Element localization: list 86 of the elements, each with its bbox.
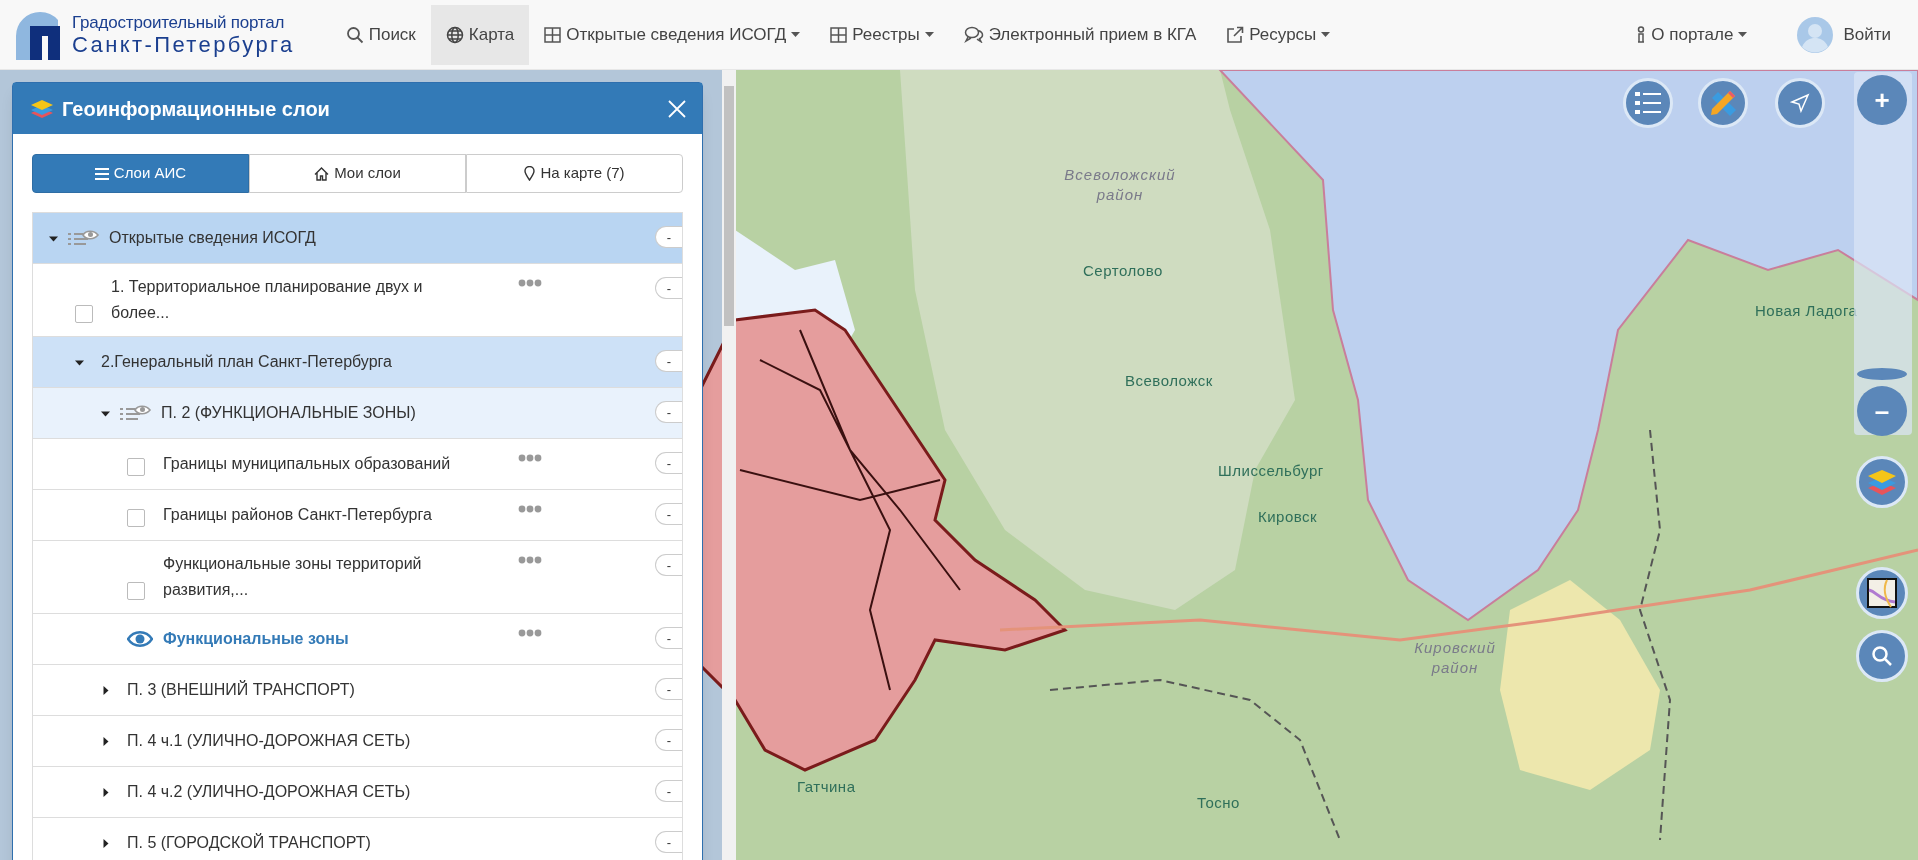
map-place-label: Всеволожск	[1125, 371, 1213, 391]
layer-group-label[interactable]: П. 5 (ГОРОДСКОЙ ТРАНСПОРТ)	[127, 831, 371, 855]
layer-group-label[interactable]: П. 2 (ФУНКЦИОНАЛЬНЫЕ ЗОНЫ)	[161, 401, 416, 425]
tab[interactable]: Слои АИС	[32, 154, 249, 193]
scrollbar[interactable]	[722, 70, 736, 860]
caret-icon[interactable]	[101, 685, 110, 695]
layer-group-label[interactable]: П. 4 ч.2 (УЛИЧНО-ДОРОЖНАЯ СЕТЬ)	[127, 780, 411, 804]
caret-icon[interactable]	[101, 787, 110, 797]
map-place-label: Кировск	[1258, 507, 1318, 527]
more-options-icon[interactable]	[518, 629, 542, 637]
panel-title: Геоинформационные слои	[62, 96, 331, 122]
layer-group-label[interactable]: Открытые сведения ИСОГД	[109, 226, 316, 250]
nav-link[interactable]: Реестры	[815, 4, 949, 65]
collapse-toggle[interactable]: -	[655, 627, 682, 649]
tree-row[interactable]: 2.Генеральный план Санкт-Петербурга -	[33, 337, 682, 388]
map-place-label: Новая Ладога	[1755, 301, 1858, 321]
map-place-label: Всеволожский район	[1063, 165, 1177, 205]
checkbox[interactable]	[75, 305, 93, 323]
tab[interactable]: На карте (7)	[466, 154, 683, 193]
tree-row[interactable]: Открытые сведения ИСОГД -	[33, 213, 682, 264]
collapse-toggle[interactable]: -	[655, 729, 682, 751]
list-icon	[1635, 91, 1661, 115]
collapse-toggle[interactable]: -	[655, 503, 682, 525]
layer-label[interactable]: Функциональные зоны	[163, 616, 349, 662]
layers-icon	[1867, 468, 1897, 496]
nav-link[interactable]: Войти	[1782, 4, 1906, 65]
search-icon	[345, 25, 364, 44]
home-icon	[314, 166, 330, 181]
map-thumbnail-icon	[1867, 578, 1897, 608]
collapse-toggle[interactable]: -	[655, 401, 682, 423]
layer-group-label[interactable]: П. 3 (ВНЕШНИЙ ТРАНСПОРТ)	[127, 678, 355, 702]
logo-title[interactable]: Градостроительный портал	[72, 13, 295, 31]
nav-link[interactable]: Ресурсы	[1211, 4, 1346, 65]
avatar-icon	[1797, 16, 1834, 53]
more-options-icon[interactable]	[518, 454, 542, 462]
search-icon	[1871, 645, 1893, 667]
table-icon	[830, 26, 848, 43]
layer-group-label[interactable]: 2.Генеральный план Санкт-Петербурга	[101, 350, 392, 374]
layers-icon	[30, 98, 54, 119]
collapse-toggle[interactable]: -	[655, 554, 682, 576]
checkbox[interactable]	[127, 509, 145, 527]
nav-link[interactable]: Электронный прием в КГА	[948, 4, 1212, 65]
collapse-toggle[interactable]: -	[655, 780, 682, 802]
globe-icon	[445, 25, 464, 44]
table-icon	[544, 26, 562, 43]
map-place-label: Сертолово	[1083, 261, 1163, 281]
more-options-icon[interactable]	[518, 556, 542, 564]
tree-row[interactable]: П. 2 (ФУНКЦИОНАЛЬНЫЕ ЗОНЫ) -	[33, 388, 682, 439]
tab[interactable]: Мои слои	[249, 154, 466, 193]
scrollbar-thumb[interactable]	[724, 86, 734, 326]
close-icon	[668, 99, 686, 118]
pencil-ruler-icon	[1708, 88, 1738, 118]
info-icon	[1636, 25, 1647, 44]
map-place-label: Гатчина	[797, 777, 856, 797]
more-options-icon[interactable]	[518, 279, 542, 287]
navigation-arrow-icon	[1790, 93, 1810, 113]
logo-subtitle[interactable]: Санкт-Петербурга	[72, 33, 295, 56]
nav-link[interactable]: Поиск	[330, 4, 431, 65]
eye-icon[interactable]	[127, 631, 153, 647]
collapse-toggle[interactable]: -	[655, 678, 682, 700]
close-button[interactable]	[666, 97, 688, 120]
more-options-icon[interactable]	[518, 505, 542, 513]
layer-label[interactable]: Функциональные зоны территорий развития,...	[163, 541, 483, 613]
nav-link[interactable]: Карта	[430, 4, 530, 65]
nav-link[interactable]: Открытые сведения ИСОГД	[529, 4, 816, 65]
caret-icon[interactable]	[101, 736, 110, 746]
collapse-toggle[interactable]: -	[655, 831, 682, 853]
layer-group-label[interactable]: П. 4 ч.1 (УЛИЧНО-ДОРОЖНАЯ СЕТЬ)	[127, 729, 411, 753]
map-place-label: Кировский район	[1413, 638, 1497, 678]
collapse-toggle[interactable]: -	[655, 277, 682, 299]
external-link-icon	[1226, 25, 1245, 44]
menu-icon	[94, 167, 109, 180]
collapse-toggle[interactable]: -	[655, 226, 682, 248]
checkbox[interactable]	[127, 582, 145, 600]
map-place-label: Шлиссельбург	[1218, 461, 1324, 481]
collapse-toggle[interactable]: -	[655, 452, 682, 474]
map-place-label: Тосно	[1197, 793, 1240, 813]
layer-label[interactable]: Границы муниципальных образований	[163, 441, 451, 487]
chat-icon	[963, 26, 984, 43]
nav-link[interactable]: О портале	[1621, 4, 1763, 65]
layer-label[interactable]: Границы районов Санкт-Петербурга	[163, 492, 432, 538]
layer-label[interactable]: 1. Территориальное планирование двух и более...	[111, 264, 431, 336]
checkbox[interactable]	[127, 458, 145, 476]
collapse-toggle[interactable]: -	[655, 350, 682, 372]
map-pin-icon	[524, 166, 536, 181]
caret-icon[interactable]	[101, 838, 110, 848]
